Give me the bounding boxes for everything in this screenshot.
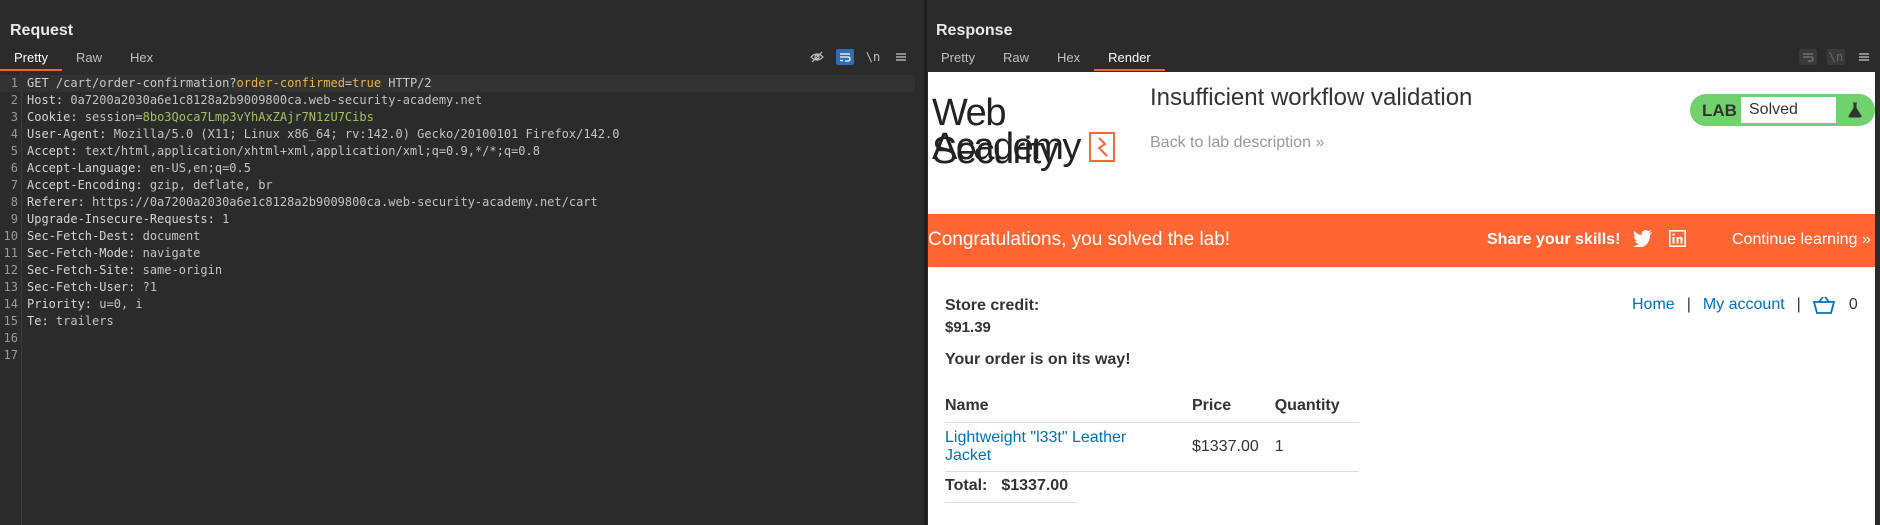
flask-icon: [1848, 102, 1862, 118]
tab-pretty[interactable]: Pretty: [0, 47, 62, 71]
empty-line[interactable]: 16: [0, 330, 18, 347]
hide-eye-icon[interactable]: [808, 49, 826, 65]
request-editor-tools: \n: [808, 49, 910, 65]
solved-banner: Congratulations, you solved the lab! Sha…: [928, 214, 1875, 267]
order-table: Name Price Quantity Lightweight "l33t" L…: [945, 392, 1359, 472]
burp-repeater-view: Request Pretty Raw Hex \n 1 GET /cart/or…: [0, 0, 1880, 525]
total-label: Total:: [945, 477, 988, 494]
menu-icon[interactable]: [1855, 49, 1873, 65]
cart-count: 0: [1848, 296, 1858, 313]
lab-status-badge: LAB Solved: [1690, 94, 1875, 126]
empty-line[interactable]: 17: [0, 347, 18, 364]
congrats-message: Congratulations, you solved the lab!: [928, 229, 1231, 250]
header-line[interactable]: 3 Cookie: session=8bo3Qoca7Lmp3vYhAxZAjr…: [0, 109, 374, 126]
header-line[interactable]: 11 Sec-Fetch-Mode: navigate: [0, 245, 201, 262]
request-line[interactable]: 1 GET /cart/order-confirmation?order-con…: [0, 75, 915, 92]
header-line[interactable]: 6 Accept-Language: en-US,en;q=0.5: [0, 160, 251, 177]
tab-pretty[interactable]: Pretty: [927, 47, 989, 71]
logo-bolt-icon: [1089, 132, 1115, 162]
wrap-lines-icon[interactable]: [1799, 49, 1817, 65]
store-credit-label: Store credit:: [945, 297, 1040, 314]
product-quantity: 1: [1274, 422, 1359, 472]
rendered-page: Web Security Academy Insufficient workfl…: [928, 72, 1875, 525]
column-header-quantity: Quantity: [1274, 392, 1359, 423]
lab-title: Insufficient workflow validation: [1150, 84, 1473, 111]
request-panel-title: Request: [10, 22, 74, 39]
web-security-academy-logo[interactable]: Web Security Academy: [932, 94, 1128, 170]
total-value: $1337.00: [1001, 477, 1069, 494]
header-line[interactable]: 8 Referer: https://0a7200a2030a6e1c8128a…: [0, 194, 598, 211]
my-account-link[interactable]: My account: [1703, 296, 1785, 314]
request-panel: Request Pretty Raw Hex \n 1 GET /cart/or…: [0, 0, 924, 525]
chevron-right-icon: »: [1861, 231, 1871, 248]
header-line[interactable]: 14 Priority: u=0, i: [0, 296, 143, 313]
newline-toggle[interactable]: \n: [864, 49, 882, 65]
nav-separator: |: [1686, 296, 1691, 313]
site-nav: Home | My account | 0: [1632, 296, 1858, 314]
store-credit-value: $91.39: [945, 319, 991, 336]
header-line[interactable]: 7 Accept-Encoding: gzip, deflate, br: [0, 177, 273, 194]
header-line[interactable]: 9 Upgrade-Insecure-Requests: 1: [0, 211, 230, 228]
tab-hex[interactable]: Hex: [116, 47, 167, 71]
request-tabs: Pretty Raw Hex: [0, 47, 167, 71]
linkedin-icon[interactable]: [1669, 230, 1686, 247]
header-line[interactable]: 15 Te: trailers: [0, 313, 114, 330]
share-label: Share your skills!: [1487, 231, 1621, 248]
header-line[interactable]: 5 Accept: text/html,application/xhtml+xm…: [0, 143, 540, 160]
home-link[interactable]: Home: [1632, 296, 1675, 314]
lab-status: Solved: [1740, 96, 1837, 124]
product-link[interactable]: Lightweight "l33t" Leather Jacket: [945, 429, 1126, 464]
continue-learning-link[interactable]: Continue learning »: [1732, 231, 1871, 249]
tab-raw[interactable]: Raw: [62, 47, 116, 71]
order-total: Total: $1337.00: [945, 477, 1076, 503]
response-tabs: Pretty Raw Hex Render: [927, 47, 1165, 71]
lab-label: LAB: [1702, 101, 1737, 120]
column-header-price: Price: [1192, 392, 1275, 423]
header-line[interactable]: 2 Host: 0a7200a2030a6e1c8128a2b9009800ca…: [0, 92, 482, 109]
tab-hex[interactable]: Hex: [1043, 47, 1094, 71]
table-row: Lightweight "l33t" Leather Jacket $1337.…: [945, 422, 1359, 472]
back-to-lab-link[interactable]: Back to lab description »: [1150, 134, 1324, 152]
header-line[interactable]: 13 Sec-Fetch-User: ?1: [0, 279, 158, 296]
column-header-name: Name: [945, 392, 1192, 423]
header-line[interactable]: 10 Sec-Fetch-Dest: document: [0, 228, 201, 245]
header-line[interactable]: 12 Sec-Fetch-Site: same-origin: [0, 262, 223, 279]
tab-raw[interactable]: Raw: [989, 47, 1043, 71]
response-panel: Response Pretty Raw Hex Render \n Web Se…: [927, 0, 1880, 525]
product-price: $1337.00: [1192, 422, 1275, 472]
response-panel-title: Response: [936, 22, 1013, 39]
cart-icon[interactable]: [1812, 296, 1835, 314]
nav-separator: |: [1796, 296, 1801, 313]
header-line[interactable]: 4 User-Agent: Mozilla/5.0 (X11; Linux x8…: [0, 126, 620, 143]
request-editor[interactable]: 1 GET /cart/order-confirmation?order-con…: [0, 72, 924, 525]
order-status-message: Your order is on its way!: [945, 351, 1131, 368]
chevron-right-icon: »: [1315, 134, 1325, 151]
tab-render[interactable]: Render: [1094, 47, 1165, 71]
newline-toggle[interactable]: \n: [1827, 49, 1845, 65]
wrap-lines-icon[interactable]: [836, 49, 854, 65]
twitter-icon[interactable]: [1633, 230, 1653, 247]
response-editor-tools: \n: [1799, 49, 1873, 65]
table-header-row: Name Price Quantity: [945, 392, 1359, 423]
menu-icon[interactable]: [892, 49, 910, 65]
